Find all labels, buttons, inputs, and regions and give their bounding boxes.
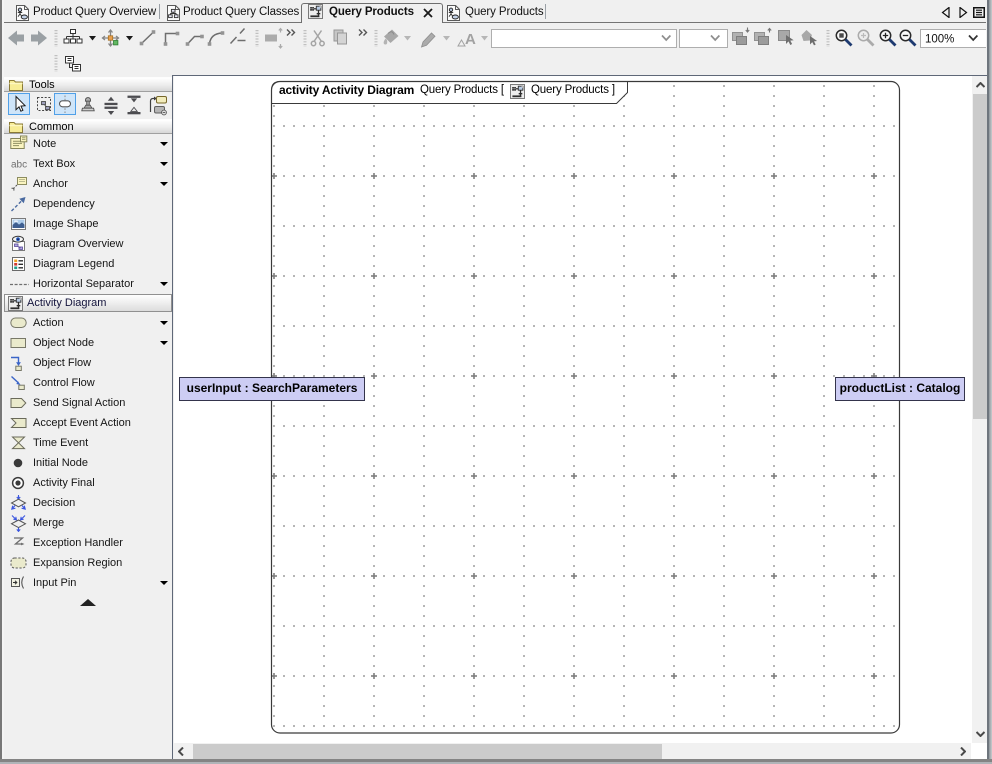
- svg-text:abc: abc: [11, 160, 27, 171]
- svg-text:A: A: [465, 31, 476, 48]
- svg-text:100%: 100%: [925, 34, 954, 46]
